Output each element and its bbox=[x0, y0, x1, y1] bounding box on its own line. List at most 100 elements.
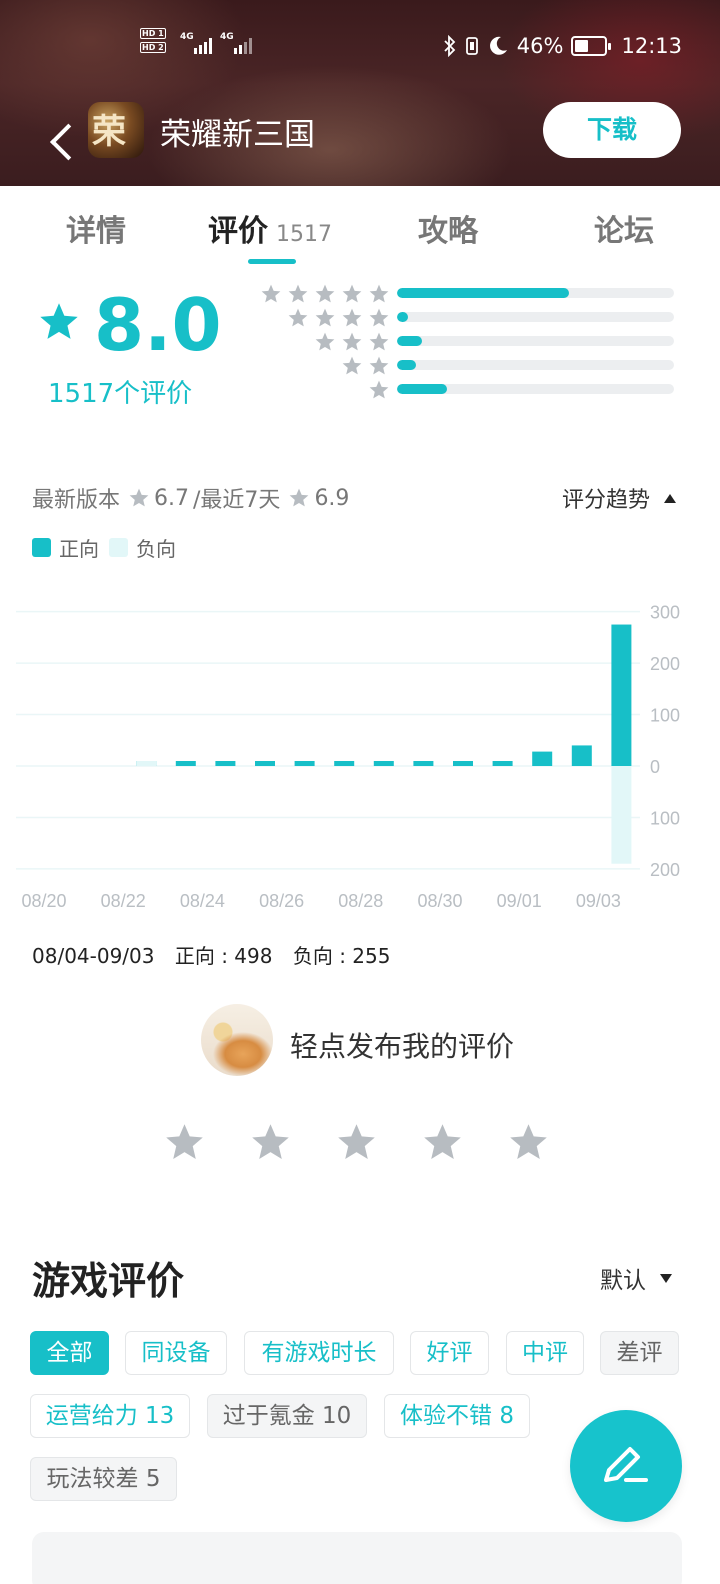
distribution-bar bbox=[397, 360, 674, 370]
rate-star-2-icon[interactable] bbox=[249, 1121, 292, 1164]
filter-all[interactable]: 全部 bbox=[30, 1331, 109, 1375]
tag-poor-gameplay[interactable]: 玩法较差 5 bbox=[30, 1457, 177, 1501]
positive-bar bbox=[611, 624, 632, 766]
rate-star-4-icon[interactable] bbox=[421, 1121, 464, 1164]
star-icon bbox=[342, 356, 362, 375]
y-tick-label: 100 bbox=[650, 706, 680, 726]
network-2-label: 4G bbox=[220, 32, 234, 42]
rating-trend-toggle[interactable]: 评分趋势 bbox=[562, 482, 676, 514]
x-tick-label: 08/26 bbox=[259, 891, 304, 911]
tag-too-pay-to-win[interactable]: 过于氪金 10 bbox=[207, 1394, 367, 1438]
distribution-bar bbox=[397, 336, 674, 346]
rate-star-3-icon[interactable] bbox=[335, 1121, 378, 1164]
write-review-button[interactable] bbox=[570, 1410, 682, 1522]
star-icon bbox=[342, 332, 362, 351]
filter-same-device[interactable]: 同设备 bbox=[125, 1331, 227, 1375]
distribution-stars bbox=[260, 283, 390, 305]
negative-bar bbox=[136, 761, 157, 766]
back-arrow-icon[interactable] bbox=[40, 108, 76, 152]
trend-summary: 08/04-09/03 正向 : 498 负向 : 255 bbox=[32, 940, 405, 969]
latest-version-score: 6.7 bbox=[154, 485, 190, 511]
rating-star-icon bbox=[40, 303, 78, 339]
star-icon bbox=[315, 332, 335, 351]
positive-bar bbox=[334, 761, 355, 766]
filter-positive[interactable]: 好评 bbox=[410, 1331, 489, 1375]
rate-star-5-icon[interactable] bbox=[507, 1121, 550, 1164]
tab-reviews-label: 评价 bbox=[208, 214, 268, 249]
distribution-stars bbox=[341, 355, 390, 377]
y-tick-label: 300 bbox=[650, 603, 680, 623]
distribution-bar-fill bbox=[397, 360, 417, 370]
star-icon bbox=[129, 488, 149, 507]
post-review-prompt[interactable]: 轻点发布我的评价 bbox=[290, 1025, 514, 1065]
legend-negative-swatch bbox=[109, 538, 128, 557]
filter-has-playtime[interactable]: 有游戏时长 bbox=[244, 1331, 394, 1375]
positive-bar bbox=[532, 751, 553, 766]
x-tick-label: 09/01 bbox=[497, 891, 542, 911]
distribution-row-3-star bbox=[250, 331, 680, 353]
sim-indicator: HD 1 HD 2 bbox=[140, 28, 166, 53]
tab-forum[interactable]: 论坛 bbox=[594, 206, 654, 250]
positive-bar bbox=[373, 761, 394, 766]
filter-neutral[interactable]: 中评 bbox=[506, 1331, 584, 1375]
battery-percent: 46% bbox=[516, 34, 564, 58]
star-icon bbox=[315, 308, 335, 327]
tab-guides-label: 攻略 bbox=[418, 214, 478, 249]
sim1-label: HD 1 bbox=[140, 28, 166, 39]
star-icon bbox=[342, 308, 362, 327]
x-tick-label: 08/22 bbox=[101, 891, 146, 911]
y-tick-label: 200 bbox=[650, 860, 680, 880]
tab-reviews[interactable]: 评价 1517 bbox=[208, 206, 332, 250]
tab-details[interactable]: 详情 bbox=[66, 206, 126, 250]
sort-dropdown[interactable]: 默认 bbox=[600, 1261, 672, 1295]
star-icon bbox=[369, 380, 389, 399]
distribution-row-1-star bbox=[250, 379, 680, 401]
filter-negative[interactable]: 差评 bbox=[600, 1331, 679, 1375]
collapse-arrow-icon bbox=[664, 493, 676, 503]
distribution-stars bbox=[368, 379, 390, 401]
recent-7-days-score: 6.9 bbox=[314, 485, 350, 511]
positive-bar bbox=[215, 761, 236, 766]
negative-bar bbox=[611, 766, 632, 864]
star-icon bbox=[315, 284, 335, 303]
tag-good-operations[interactable]: 运营给力 13 bbox=[30, 1394, 190, 1438]
tab-forum-label: 论坛 bbox=[594, 214, 654, 249]
distribution-bar-fill bbox=[397, 312, 409, 322]
latest-version-label: 最新版本 bbox=[32, 488, 121, 513]
positive-bar bbox=[255, 761, 275, 766]
positive-bar bbox=[175, 761, 196, 766]
version-score-line: 最新版本 6.7 /最近7天 6.9 bbox=[32, 482, 349, 514]
summary-negative-count: 负向 : 255 bbox=[292, 944, 391, 968]
user-avatar[interactable] bbox=[201, 1004, 273, 1076]
distribution-bar bbox=[397, 384, 674, 394]
legend-negative: 负向 bbox=[109, 533, 176, 562]
distribution-row-2-star bbox=[250, 355, 680, 377]
y-tick-label: 200 bbox=[650, 654, 680, 674]
legend-positive-label: 正向 bbox=[59, 537, 99, 561]
star-icon bbox=[369, 308, 389, 327]
distribution-bar bbox=[397, 288, 674, 298]
star-icon bbox=[342, 284, 362, 303]
status-bar: HD 1 HD 2 4G 4G 46% 12:13 bbox=[0, 26, 720, 66]
distribution-bar-fill bbox=[397, 288, 569, 298]
chart-legend: 正向 负向 bbox=[32, 533, 186, 562]
network-1-label: 4G bbox=[180, 32, 194, 42]
x-tick-label: 08/24 bbox=[180, 891, 225, 911]
tab-guides[interactable]: 攻略 bbox=[418, 206, 478, 250]
star-icon bbox=[369, 284, 389, 303]
review-card[interactable] bbox=[32, 1532, 682, 1584]
rate-star-1-icon[interactable] bbox=[163, 1121, 206, 1164]
game-reviews-title: 游戏评价 bbox=[32, 1259, 185, 1303]
positive-bar bbox=[294, 761, 315, 766]
distribution-stars bbox=[314, 331, 390, 353]
x-tick-label: 09/03 bbox=[576, 891, 621, 911]
download-button[interactable]: 下载 bbox=[543, 102, 681, 158]
tab-details-label: 详情 bbox=[66, 214, 126, 249]
tag-good-experience[interactable]: 体验不错 8 bbox=[384, 1394, 530, 1438]
summary-date-range: 08/04-09/03 bbox=[32, 944, 155, 968]
distribution-row-4-star bbox=[250, 307, 680, 329]
tab-reviews-count: 1517 bbox=[276, 222, 332, 247]
star-icon bbox=[288, 284, 308, 303]
distribution-bar bbox=[397, 312, 674, 322]
x-tick-label: 08/30 bbox=[417, 891, 462, 911]
